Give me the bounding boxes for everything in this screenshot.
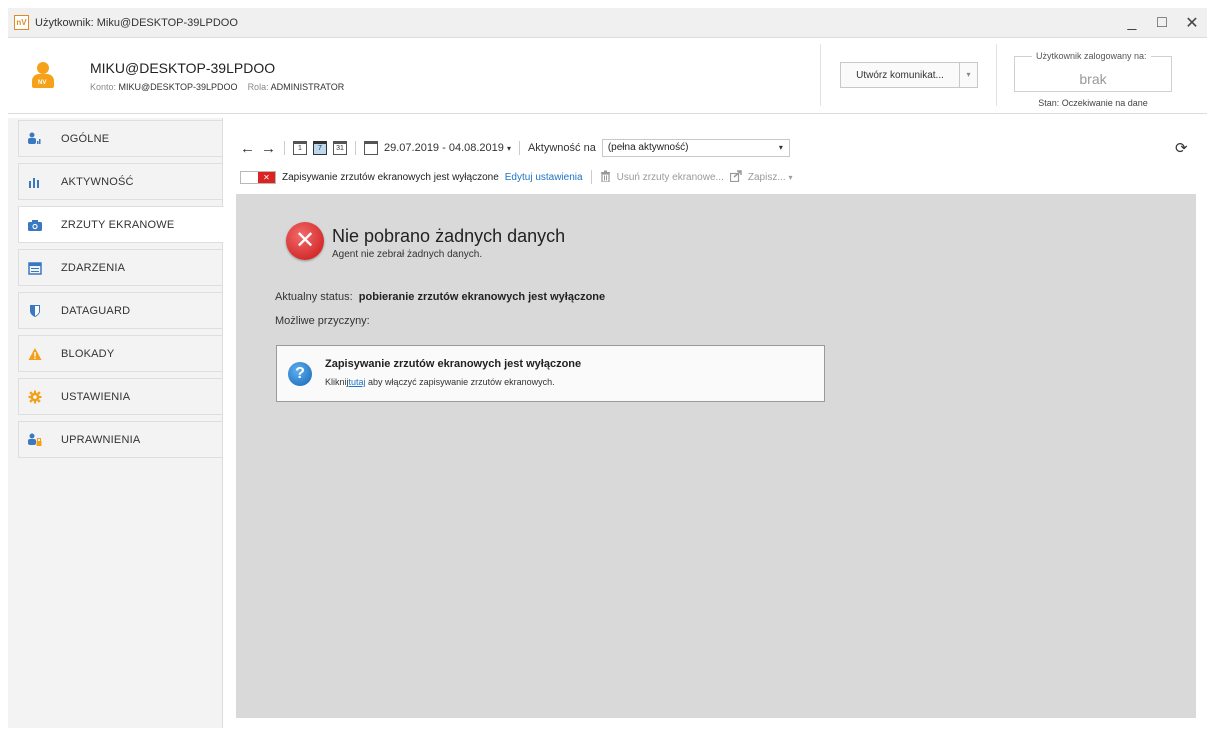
sidebar-item-uprawnienia[interactable]: UPRAWNIENIA <box>18 421 223 458</box>
calendar-day-icon[interactable]: 1 <box>293 141 307 155</box>
calendar-month-icon[interactable]: 31 <box>333 141 347 155</box>
sidebar: OGÓLNE AKTYWNOŚĆ ZRZUTY EKRANOWE ZDARZEN… <box>8 118 224 728</box>
calendar-list-icon <box>28 261 42 275</box>
reasons-label: Możliwe przyczyny: <box>275 315 370 327</box>
bar-chart-icon <box>28 175 42 189</box>
shield-icon <box>28 304 42 318</box>
activity-label: Aktywność na <box>527 142 596 154</box>
status-line: Aktualny status: pobieranie zrzutów ekra… <box>275 291 605 303</box>
forward-arrow-icon[interactable]: → <box>261 140 276 157</box>
compose-message-label[interactable]: Utwórz komunikat... <box>841 70 959 81</box>
window-controls: _ □ ✕ <box>1117 8 1207 38</box>
edit-settings-link[interactable]: Edytuj ustawienia <box>505 172 583 183</box>
logged-in-value: brak <box>1079 71 1107 87</box>
activity-dropdown-icon[interactable]: ▾ <box>779 140 783 156</box>
activity-select-value[interactable]: (pełna aktywność) <box>608 142 689 153</box>
content-panel: ✕ Nie pobrano żadnych danych Agent nie z… <box>236 194 1196 718</box>
enable-screenshots-link[interactable]: tutaj <box>349 377 366 387</box>
app-logo-icon: nV <box>14 15 29 30</box>
role-value: ADMINISTRATOR <box>270 82 345 92</box>
logged-in-label: Użytkownik zalogowany na: <box>1032 51 1151 61</box>
reason-title: Zapisywanie zrzutów ekranowych jest wyłą… <box>325 358 582 370</box>
role-label: Rola: <box>247 82 269 92</box>
reason-text: Kliknijtutaj aby włączyć zapisywanie zrz… <box>325 377 555 387</box>
save-as-label[interactable]: Zapisz... <box>748 172 786 183</box>
toolbar-divider <box>518 141 520 155</box>
reason-card: ? Zapisywanie zrzutów ekranowych jest wy… <box>276 345 825 402</box>
user-name: MIKU@DESKTOP-39LPDOO <box>90 60 276 76</box>
sidebar-item-label: DATAGUARD <box>61 304 131 317</box>
sidebar-item-label: ZDARZENIA <box>61 261 126 274</box>
screenshots-off-text: Zapisywanie zrzutów ekranowych jest wyłą… <box>282 171 499 183</box>
account-value: MIKU@DESKTOP-39LPDOO <box>118 82 238 92</box>
sidebar-item-zdarzenia[interactable]: ZDARZENIA <box>18 249 223 286</box>
question-icon: ? <box>288 362 312 386</box>
screenshot-toggle[interactable]: ✕ <box>240 170 276 184</box>
date-range-dropdown-icon[interactable]: ▾ <box>507 144 511 153</box>
compose-dropdown-icon[interactable]: ▾ <box>959 63 977 87</box>
error-icon: ✕ <box>286 222 324 260</box>
sidebar-item-label: BLOKADY <box>61 347 115 360</box>
connection-state: Stan: Oczekiwanie na dane <box>1038 98 1148 108</box>
sidebar-item-label: AKTYWNOŚĆ <box>61 175 134 188</box>
user-chart-icon <box>28 132 42 146</box>
user-header: NV MIKU@DESKTOP-39LPDOO Konto: MIKU@DESK… <box>8 38 1207 114</box>
sidebar-item-label: USTAWIENIA <box>61 390 131 403</box>
trash-icon <box>600 170 611 185</box>
error-subtitle: Agent nie zebrał żadnych danych. <box>332 249 483 260</box>
save-dropdown-icon[interactable]: ▾ <box>788 173 792 182</box>
refresh-icon[interactable]: ⟳ <box>1175 139 1188 157</box>
toggle-off-icon[interactable]: ✕ <box>258 171 275 183</box>
toolbar-divider <box>590 170 592 184</box>
sidebar-item-ustawienia[interactable]: USTAWIENIA <box>18 378 223 415</box>
sidebar-item-aktywnosc[interactable]: AKTYWNOŚĆ <box>18 163 223 200</box>
calendar-week-icon[interactable]: 7 <box>313 141 327 155</box>
sidebar-item-label: ZRZUTY EKRANOWE <box>61 218 175 231</box>
date-range-value[interactable]: 29.07.2019 - 04.08.2019 <box>384 142 504 154</box>
date-range-picker[interactable]: 29.07.2019 - 04.08.2019 ▾ <box>384 142 511 154</box>
header-divider <box>996 44 997 106</box>
toolbar-divider <box>284 141 285 155</box>
screenshot-toolbar: ✕ Zapisywanie zrzutów ekranowych jest wy… <box>240 168 792 186</box>
compose-message-button[interactable]: Utwórz komunikat... ▾ <box>840 62 978 88</box>
share-icon <box>729 169 742 185</box>
status-value: pobieranie zrzutów ekranowych jest wyłąc… <box>358 291 606 303</box>
sidebar-item-blokady[interactable]: BLOKADY <box>18 335 223 372</box>
avatar-badge: NV <box>38 80 47 86</box>
close-button[interactable]: ✕ <box>1177 13 1207 33</box>
back-arrow-icon[interactable]: ← <box>240 140 255 157</box>
title-bar: nV Użytkownik: Miku@DESKTOP-39LPDOO _ □ … <box>8 8 1207 38</box>
header-divider <box>820 44 821 106</box>
delete-screenshots-button[interactable]: Usuń zrzuty ekranowe... <box>617 172 724 183</box>
window-title: Użytkownik: Miku@DESKTOP-39LPDOO <box>35 16 238 29</box>
calendar-range-icon[interactable] <box>364 141 378 155</box>
toolbar-divider <box>355 141 356 155</box>
camera-icon <box>28 218 42 232</box>
warning-icon <box>28 347 42 361</box>
date-toolbar: ← → 1 7 31 29.07.2019 - 04.08.2019 ▾ Akt… <box>240 138 790 158</box>
save-as-button[interactable]: Zapisz... ▾ <box>748 172 793 183</box>
activity-select[interactable]: (pełna aktywność) ▾ <box>601 139 790 157</box>
user-lock-icon <box>28 433 42 447</box>
sidebar-item-label: UPRAWNIENIA <box>61 433 141 446</box>
reason-text-post: aby włączyć zapisywanie zrzutów ekranowy… <box>368 377 555 387</box>
sidebar-item-zrzuty-ekranowe[interactable]: ZRZUTY EKRANOWE <box>18 206 224 243</box>
gear-icon <box>28 390 42 404</box>
status-label: Aktualny status: <box>275 291 353 303</box>
user-avatar-icon: NV <box>32 62 54 88</box>
error-title: Nie pobrano żadnych danych <box>332 226 566 246</box>
sidebar-item-dataguard[interactable]: DATAGUARD <box>18 292 223 329</box>
reason-text-pre: Kliknij <box>325 377 349 387</box>
account-label: Konto: <box>90 82 117 92</box>
user-details: Konto: MIKU@DESKTOP-39LPDOO Rola: ADMINI… <box>90 82 344 92</box>
sidebar-item-ogolne[interactable]: OGÓLNE <box>18 120 223 157</box>
maximize-button[interactable]: □ <box>1147 14 1177 32</box>
sidebar-item-label: OGÓLNE <box>61 132 110 145</box>
minimize-button[interactable]: _ <box>1117 14 1147 32</box>
